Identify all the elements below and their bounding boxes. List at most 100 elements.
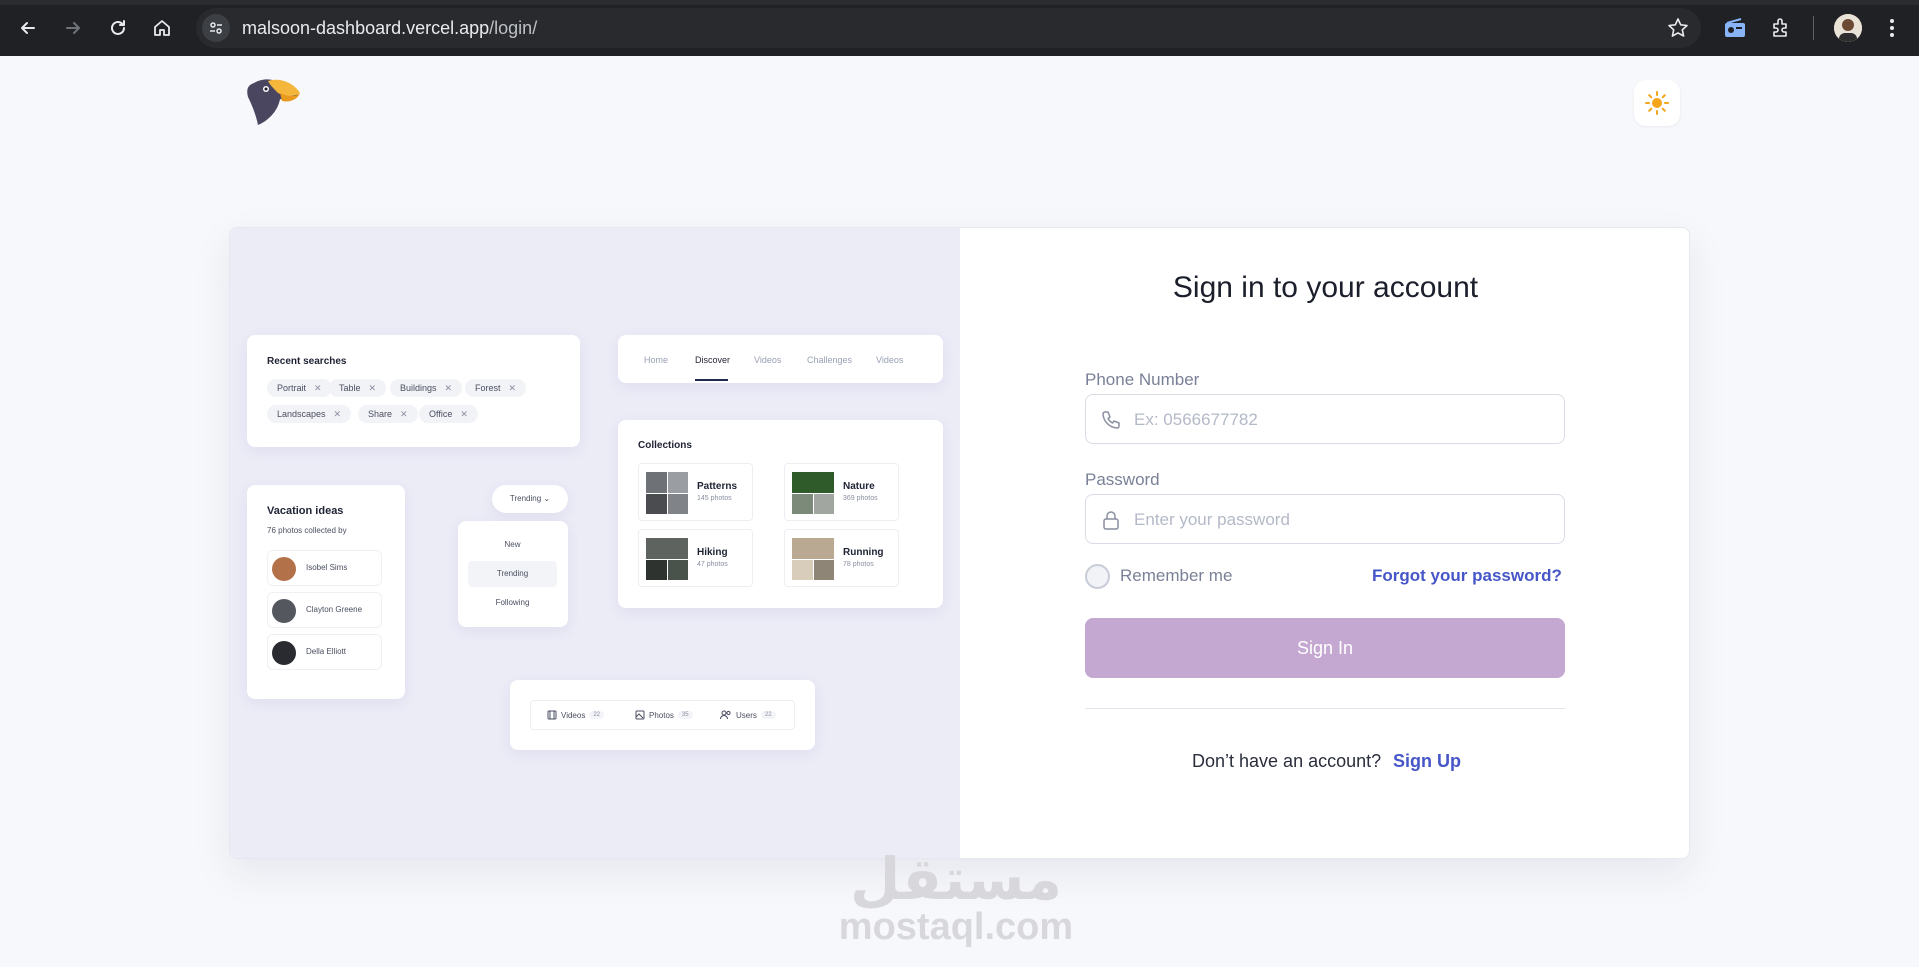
search-chip[interactable]: Forest ✕	[465, 379, 527, 397]
toucan-logo[interactable]	[242, 75, 302, 127]
trending-dropdown[interactable]: Trending ⌄	[492, 485, 568, 513]
browser-toolbar: malsoon-dashboard.vercel.app/login/	[0, 0, 1919, 56]
remember-me-label[interactable]: Remember me	[1120, 566, 1232, 586]
tab-discover[interactable]: Discover	[695, 355, 730, 365]
collection-item[interactable]: Nature 369 photos	[784, 463, 899, 521]
toolbar-separator	[1813, 16, 1814, 40]
recent-searches-title: Recent searches	[267, 356, 347, 367]
collection-count: 47 photos	[697, 561, 728, 568]
person-name: Della Elliott	[306, 647, 347, 656]
nav-tabs-card: Home Discover Videos Challenges Videos	[618, 335, 943, 383]
image-icon	[635, 710, 645, 720]
collection-name: Running	[843, 547, 884, 558]
theme-toggle-button[interactable]	[1634, 80, 1680, 126]
password-field[interactable]	[1085, 494, 1565, 544]
recent-searches-card: Recent searches Portrait ✕ Table ✕ Buildin…	[247, 335, 580, 447]
phone-input[interactable]	[1134, 405, 1554, 435]
person-row[interactable]: Clayton Greene	[267, 592, 382, 628]
collection-item[interactable]: Patterns 145 photos	[638, 463, 753, 521]
collection-thumbnails	[646, 538, 688, 580]
chevron-down-icon: ⌄	[543, 494, 551, 503]
illustration-panel: Recent searches Portrait ✕ Table ✕ Buildin…	[230, 228, 960, 858]
avatar	[272, 641, 296, 665]
forward-icon[interactable]	[59, 14, 87, 42]
menu-kebab-icon[interactable]	[1876, 12, 1908, 44]
users-icon	[720, 710, 731, 720]
collection-count: 78 photos	[843, 561, 874, 568]
forgot-password-link[interactable]: Forgot your password?	[1372, 566, 1562, 586]
stats-card: Videos 22 Photos 35 Users 22	[510, 680, 815, 750]
tab-strip-edge	[0, 0, 1919, 5]
sun-icon	[1645, 91, 1669, 115]
person-name: Isobel Sims	[306, 563, 348, 572]
lock-icon	[1103, 511, 1119, 530]
stat-users[interactable]: Users 22	[720, 710, 776, 720]
trending-menu: New Trending Following	[458, 521, 568, 627]
trending-dropdown-label: Trending	[509, 494, 542, 503]
page-title: Sign in to your account	[1172, 271, 1479, 304]
media-icon[interactable]	[1719, 12, 1751, 44]
home-icon[interactable]	[148, 14, 176, 42]
vacation-title: Vacation ideas	[267, 505, 344, 517]
menu-item-new[interactable]: New	[468, 532, 557, 558]
watermark-latin: mostaql.com	[838, 906, 1074, 948]
password-label: Password	[1085, 470, 1160, 489]
stat-videos[interactable]: Videos 22	[547, 710, 605, 720]
collection-count: 145 photos	[697, 495, 732, 502]
tab-challenges[interactable]: Challenges	[807, 355, 852, 365]
active-tab-indicator	[695, 379, 728, 381]
collection-count: 369 photos	[843, 495, 878, 502]
vacation-subtitle: 76 photos collected by	[267, 526, 347, 535]
no-account-text: Don’t have an account?	[1192, 751, 1382, 771]
tab-videos[interactable]: Videos	[754, 355, 781, 365]
avatar	[272, 557, 296, 581]
back-icon[interactable]	[14, 14, 42, 42]
person-row[interactable]: Della Elliott	[267, 634, 382, 670]
collection-name: Patterns	[697, 481, 738, 492]
search-chip[interactable]: Share ✕	[358, 405, 418, 423]
url-path: /login/	[489, 18, 538, 38]
sign-in-button[interactable]: Sign In	[1085, 618, 1565, 678]
profile-avatar[interactable]	[1834, 14, 1862, 42]
password-input[interactable]	[1134, 505, 1554, 535]
tab-home[interactable]: Home	[644, 355, 668, 365]
collections-title: Collections	[638, 440, 692, 451]
reload-icon[interactable]	[104, 14, 132, 42]
collections-card: Collections Patterns 145 photos Nature 3…	[618, 420, 943, 608]
vacation-ideas-card: Vacation ideas 76 photos collected by Is…	[247, 485, 405, 699]
tab-videos-2[interactable]: Videos	[876, 355, 903, 365]
film-icon	[547, 710, 557, 720]
collection-thumbnails	[646, 472, 688, 514]
menu-item-following[interactable]: Following	[468, 590, 557, 616]
collection-item[interactable]: Hiking 47 photos	[638, 529, 753, 587]
collection-thumbnails	[792, 472, 834, 514]
avatar	[272, 599, 296, 623]
watermark-arabic: مستقل	[849, 845, 1063, 913]
phone-label: Phone Number	[1085, 370, 1200, 389]
search-chip[interactable]: Landscapes ✕	[267, 405, 352, 423]
site-settings-icon[interactable]	[202, 14, 230, 42]
phone-icon	[1102, 411, 1120, 429]
collection-name: Nature	[843, 481, 875, 492]
search-chip[interactable]: Office ✕	[419, 405, 478, 423]
collection-thumbnails	[792, 538, 834, 580]
extensions-icon[interactable]	[1765, 12, 1797, 44]
login-card: Recent searches Portrait ✕ Table ✕ Buildin…	[229, 227, 1690, 859]
person-row[interactable]: Isobel Sims	[267, 550, 382, 586]
address-bar[interactable]: malsoon-dashboard.vercel.app/login/	[196, 8, 1701, 48]
collection-item[interactable]: Running 78 photos	[784, 529, 899, 587]
divider	[1085, 708, 1565, 709]
url-text: malsoon-dashboard.vercel.app/login/	[242, 18, 537, 39]
search-chip[interactable]: Buildings ✕	[390, 379, 463, 397]
person-name: Clayton Greene	[306, 605, 363, 614]
bookmark-star-icon[interactable]	[1667, 17, 1689, 44]
search-chip[interactable]: Table ✕	[329, 379, 387, 397]
search-chip[interactable]: Portrait ✕	[267, 379, 332, 397]
phone-field[interactable]	[1085, 394, 1565, 444]
url-host: malsoon-dashboard.vercel.app	[242, 18, 490, 38]
collection-name: Hiking	[697, 547, 728, 558]
remember-me-checkbox[interactable]	[1085, 564, 1110, 589]
menu-item-trending[interactable]: Trending	[468, 561, 557, 587]
stat-photos[interactable]: Photos 35	[635, 710, 693, 720]
sign-up-link[interactable]: Sign Up	[1393, 751, 1461, 772]
